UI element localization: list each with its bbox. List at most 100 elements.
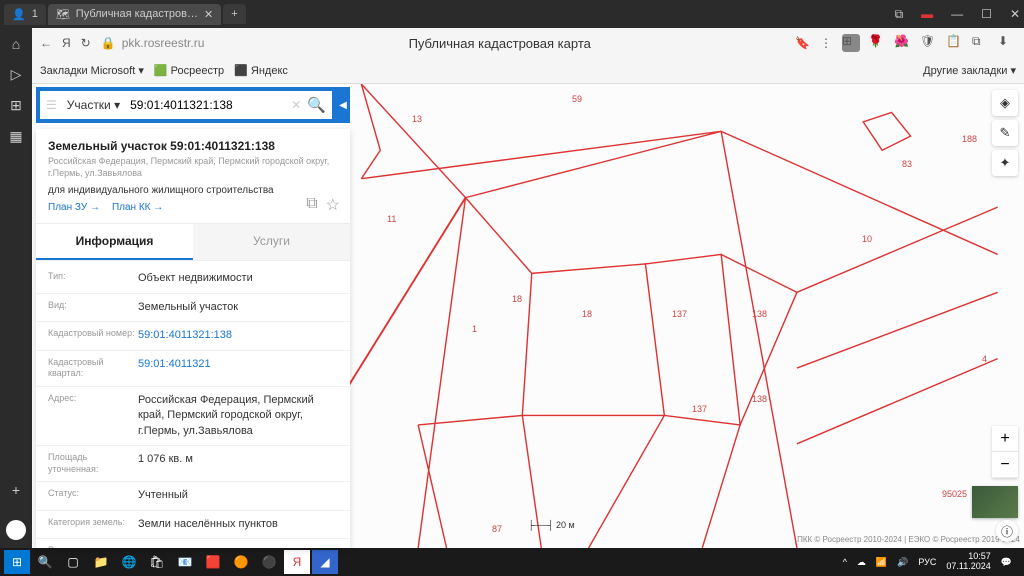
- download-icon[interactable]: ⬇: [998, 34, 1016, 52]
- titlebar: 👤 1 🗺 Публичная кадастров… ✕ + ⧉ ▬ — ☐ ✕: [0, 0, 1024, 28]
- copy-icon[interactable]: ⧉: [895, 7, 904, 22]
- ext-icon-6[interactable]: ⧉: [972, 34, 990, 52]
- parcel-purpose: для индивидуального жилищного строительс…: [48, 185, 338, 196]
- app-icon[interactable]: ⚫: [256, 550, 282, 574]
- info-value[interactable]: 59:01:4011321:138: [138, 328, 338, 343]
- home-icon[interactable]: ⌂: [12, 36, 20, 52]
- edit-button[interactable]: ✎: [992, 120, 1018, 146]
- tray-lang[interactable]: РУС: [918, 557, 936, 567]
- app-icon[interactable]: 🟠: [228, 550, 254, 574]
- map-tools: ◈ ✎ ✦: [992, 90, 1018, 176]
- zoom-out-button[interactable]: −: [992, 452, 1018, 478]
- search-input[interactable]: [130, 98, 285, 112]
- tray-wifi[interactable]: 📶: [876, 557, 887, 568]
- minimap[interactable]: [972, 486, 1018, 518]
- ext-icon-2[interactable]: 🌹: [868, 34, 886, 52]
- tab-info[interactable]: Информация: [36, 224, 193, 260]
- parcel-label: 4: [982, 354, 987, 364]
- apps-icon[interactable]: ▦: [9, 128, 22, 145]
- store-icon[interactable]: 🛍: [144, 550, 170, 574]
- info-row: Вид:Земельный участок: [36, 294, 350, 322]
- layers-button[interactable]: ◈: [992, 90, 1018, 116]
- collapse-panel-button[interactable]: ◀: [336, 87, 350, 123]
- parcel-label: 138: [752, 394, 767, 404]
- copy-icon[interactable]: ⧉: [306, 195, 317, 215]
- play-icon[interactable]: ▷: [11, 66, 22, 83]
- parcel-label: 1: [472, 324, 477, 334]
- bookmark-ms[interactable]: Закладки Microsoft ▾: [40, 64, 144, 77]
- info-table: Тип:Объект недвижимостиВид:Земельный уча…: [36, 261, 350, 548]
- profile-tab[interactable]: 👤 1: [4, 4, 46, 25]
- tray-clock[interactable]: 10:5707.11.2024: [946, 552, 990, 572]
- menu-icon[interactable]: ⋮: [820, 36, 832, 50]
- start-button[interactable]: ⊞: [4, 550, 30, 574]
- info-row: Кадастровый квартал:59:01:4011321: [36, 351, 350, 387]
- assistant-icon[interactable]: [6, 520, 26, 540]
- app-icon[interactable]: ◢: [312, 550, 338, 574]
- tray-chevron[interactable]: ^: [843, 557, 847, 567]
- taskbar: ⊞ 🔍 ▢ 📁 🌐 🛍 📧 🟥 🟠 ⚫ Я ◢ ^ ☁ 📶 🔊 РУС 10:5…: [0, 548, 1024, 576]
- ext-icon-1[interactable]: ⊞: [842, 34, 860, 52]
- minimize-button[interactable]: —: [951, 7, 963, 22]
- tray-volume[interactable]: 🔊: [897, 557, 908, 568]
- info-value: Объект недвижимости: [138, 271, 338, 286]
- search-taskbar[interactable]: 🔍: [32, 550, 58, 574]
- browser-window: ← Я ↻ 🔒 pkk.rosreestr.ru Публичная кадас…: [32, 28, 1024, 548]
- ext-icon-3[interactable]: 🌺: [894, 34, 912, 52]
- menu-icon[interactable]: ☰: [46, 98, 57, 112]
- app-icon[interactable]: 📧: [172, 550, 198, 574]
- reload-button[interactable]: ↻: [81, 36, 91, 50]
- clear-icon[interactable]: ✕: [291, 98, 301, 112]
- other-bookmarks[interactable]: Другие закладки ▾: [923, 64, 1016, 77]
- yandex-icon[interactable]: Я: [62, 36, 71, 50]
- info-label: Площадь уточненная:: [48, 452, 138, 475]
- ext-icon-5[interactable]: 📋: [946, 34, 964, 52]
- add-icon[interactable]: +: [12, 482, 20, 498]
- new-tab-button[interactable]: +: [223, 4, 245, 24]
- star-icon[interactable]: ☆: [326, 195, 340, 215]
- info-row: Разрешенное использование:для индивидуал…: [36, 539, 350, 548]
- tray-cloud[interactable]: ☁: [857, 557, 866, 568]
- parcel-label: 87: [492, 524, 502, 534]
- window-icon[interactable]: ⊞: [10, 97, 22, 114]
- browser-tab[interactable]: 🗺 Публичная кадастров… ✕: [48, 4, 221, 25]
- pin-icon[interactable]: ▬: [921, 7, 933, 22]
- zoom-control: + −: [992, 426, 1018, 478]
- search-button[interactable]: 🔍: [307, 96, 326, 114]
- parcel-address-short: Российская Федерация, Пермский край, Пер…: [48, 156, 338, 179]
- plan-zu-link[interactable]: План ЗУ →: [48, 202, 100, 213]
- app-icon[interactable]: Я: [284, 550, 310, 574]
- search-type-select[interactable]: Участки ▾: [63, 98, 124, 112]
- scale-bar: ├──┤ 20 м: [528, 520, 575, 530]
- info-label: Кадастровый квартал:: [48, 357, 138, 380]
- app-icon[interactable]: 🟥: [200, 550, 226, 574]
- plan-kk-link[interactable]: План КК →: [112, 202, 163, 213]
- parcel-label: 18: [582, 309, 592, 319]
- parcel-label: 18: [512, 294, 522, 304]
- info-value: Российская Федерация, Пермский край, Пер…: [138, 393, 338, 439]
- ext-icon-4[interactable]: 🛡: [920, 34, 938, 52]
- explorer-icon[interactable]: 📁: [88, 550, 114, 574]
- close-button[interactable]: ✕: [1010, 7, 1020, 22]
- taskview-button[interactable]: ▢: [60, 550, 86, 574]
- tray-notifications[interactable]: 💬: [1001, 557, 1012, 568]
- page-title: Публичная кадастровая карта: [214, 36, 785, 51]
- search-bar: ☰ Участки ▾ ✕ 🔍: [36, 87, 336, 123]
- info-row: Кадастровый номер:59:01:4011321:138: [36, 322, 350, 350]
- url-field[interactable]: 🔒 pkk.rosreestr.ru: [101, 36, 205, 50]
- info-tabs: Информация Услуги: [36, 224, 350, 261]
- maximize-button[interactable]: ☐: [981, 7, 992, 22]
- zoom-in-button[interactable]: +: [992, 426, 1018, 452]
- bookmark-icon[interactable]: 🔖: [795, 36, 810, 50]
- info-value[interactable]: 59:01:4011321: [138, 357, 338, 380]
- edge-icon[interactable]: 🌐: [116, 550, 142, 574]
- info-button[interactable]: ⓘ: [996, 520, 1018, 542]
- attribution: ПКК © Росреестр 2010-2024 | ЕЭКО © Росре…: [797, 535, 1020, 544]
- back-button[interactable]: ←: [40, 36, 52, 50]
- info-row: Категория земель:Земли населённых пункто…: [36, 511, 350, 539]
- bookmark-yandex[interactable]: ⬛ Яндекс: [234, 64, 288, 77]
- parcel-label: 13: [412, 114, 422, 124]
- locate-button[interactable]: ✦: [992, 150, 1018, 176]
- bookmark-rosreestr[interactable]: 🟩 Росреестр: [154, 64, 224, 77]
- tab-services[interactable]: Услуги: [193, 224, 350, 260]
